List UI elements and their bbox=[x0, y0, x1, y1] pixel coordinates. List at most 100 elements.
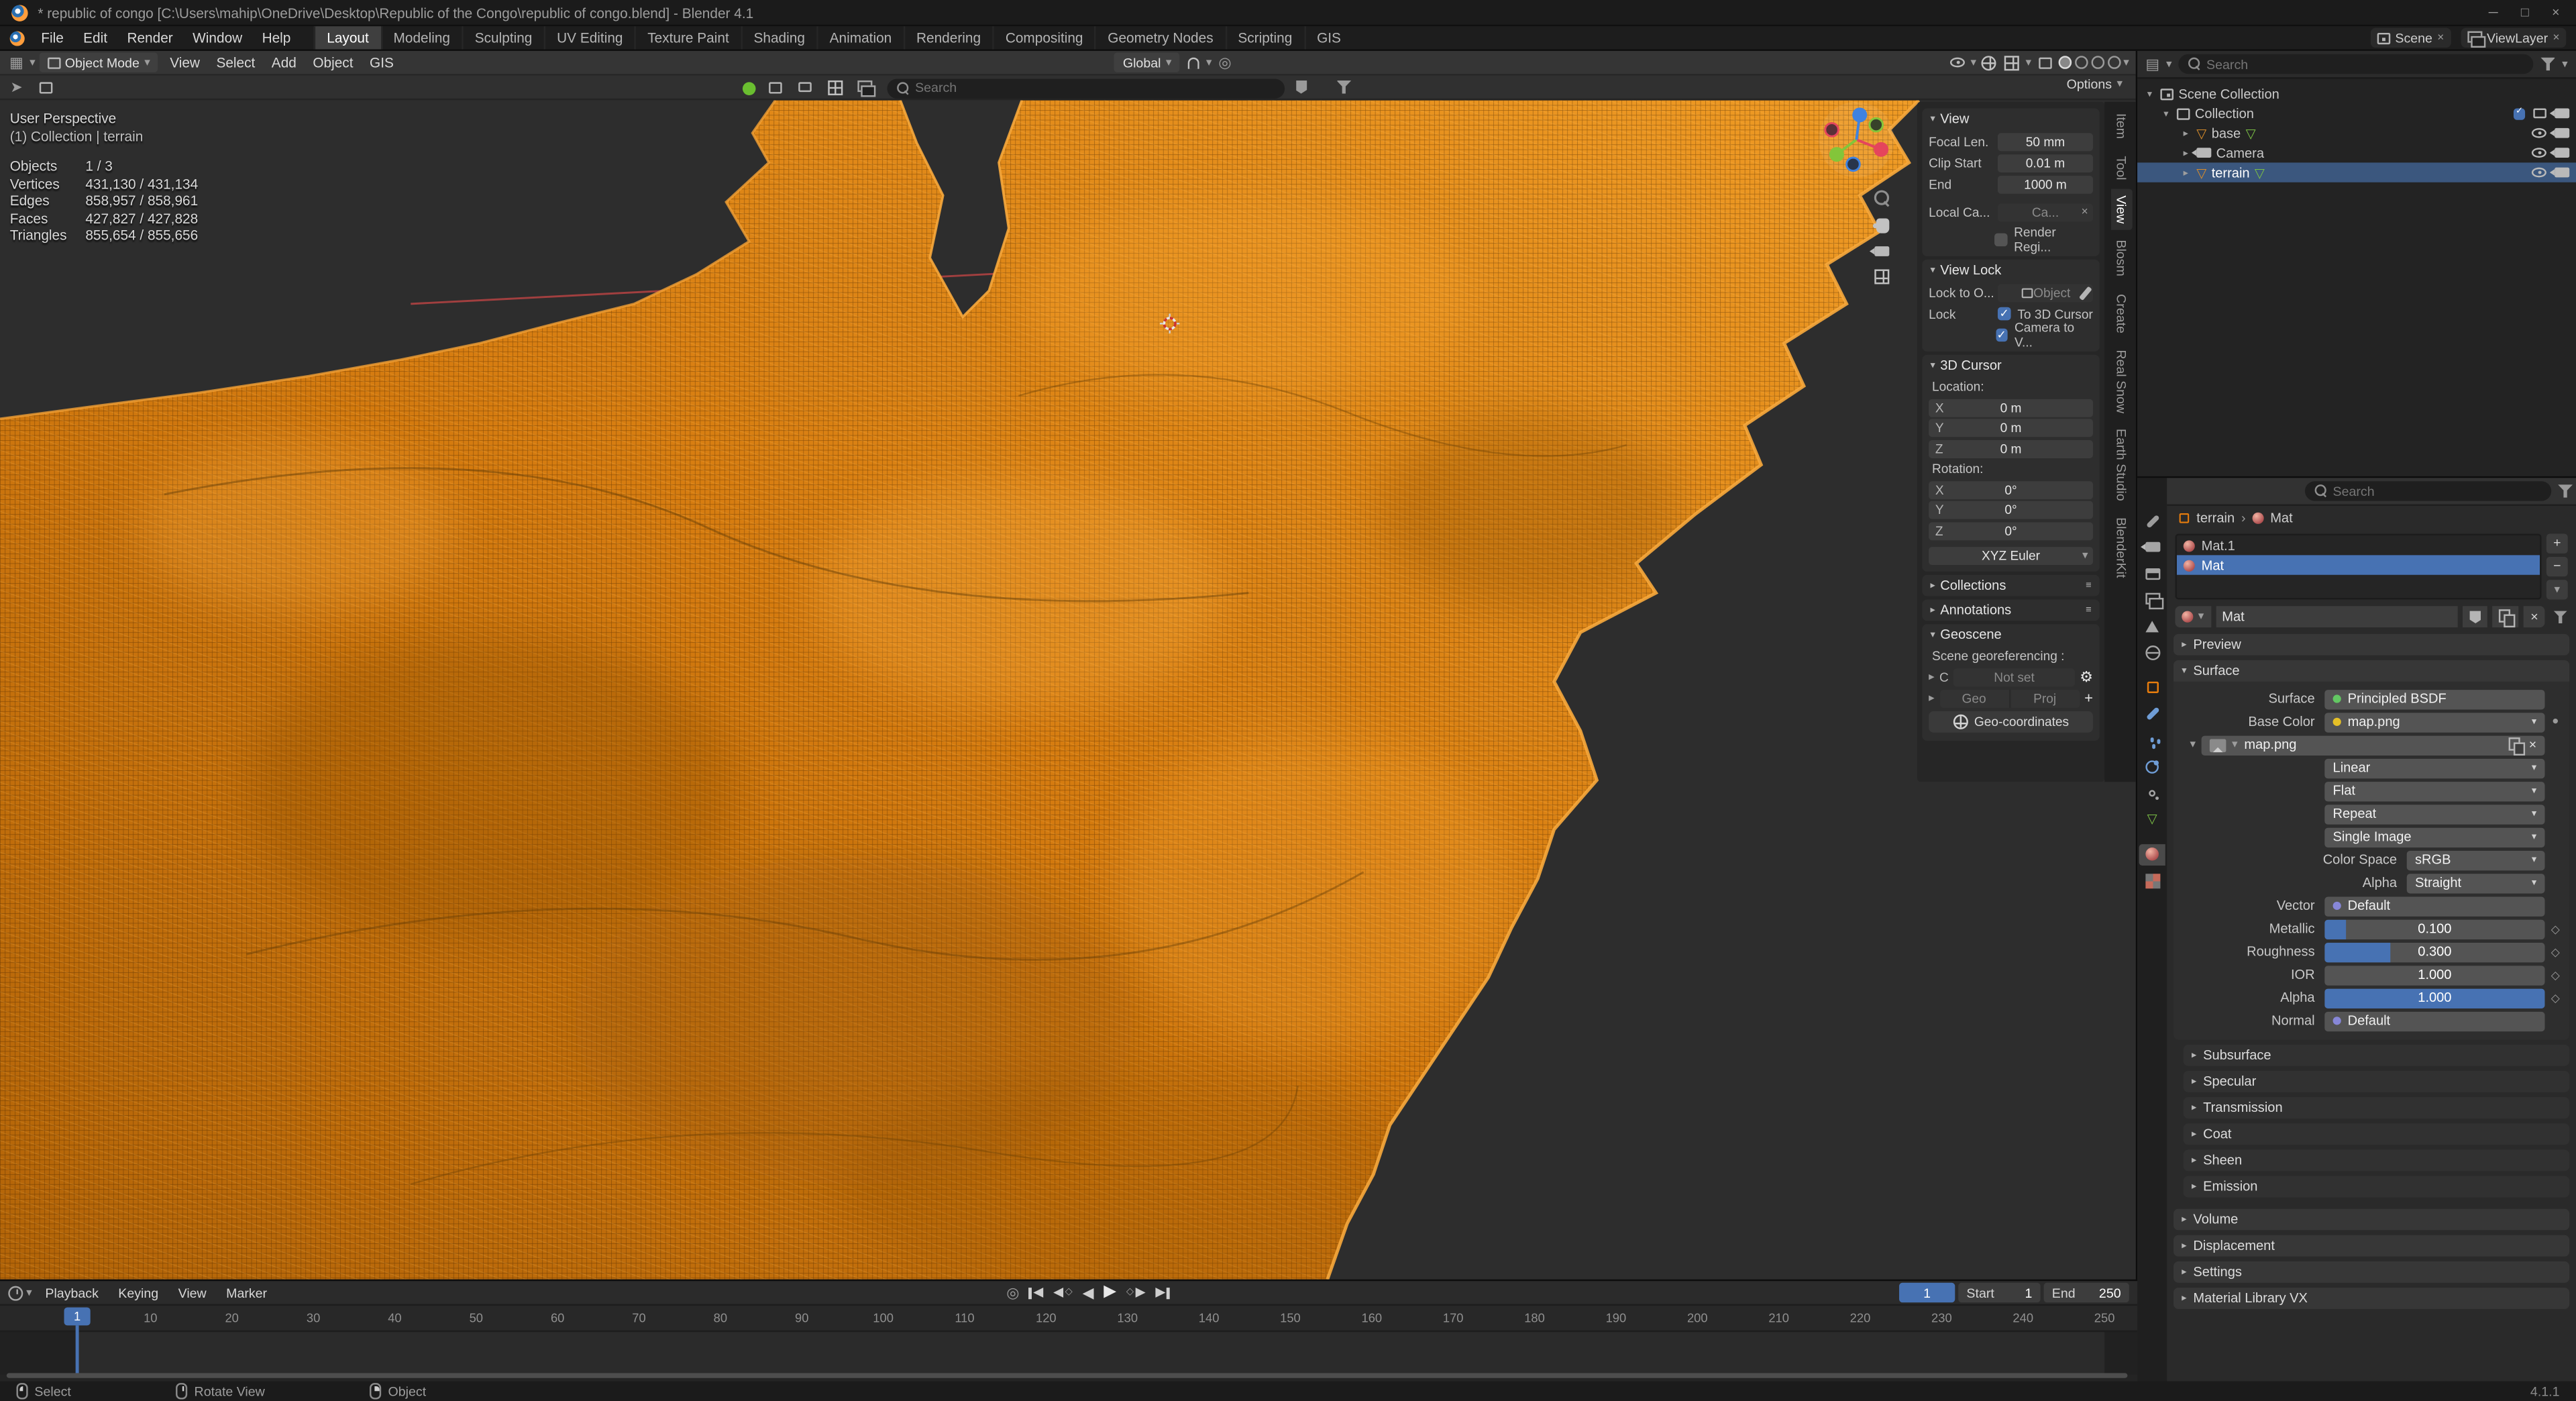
npanel-tab[interactable]: Item bbox=[2110, 107, 2132, 146]
cursor-location-x-field[interactable]: X 0 m bbox=[1929, 398, 2094, 417]
image-expand-icon[interactable]: ▾ bbox=[2190, 739, 2196, 751]
projection-dropdown[interactable]: Flat ▾ bbox=[2324, 780, 2545, 801]
npanel-tab[interactable]: BlenderKit bbox=[2110, 511, 2132, 585]
workspace-tab[interactable]: Layout bbox=[313, 26, 380, 50]
material-slot[interactable]: Mat bbox=[2176, 555, 2540, 575]
workspace-tab[interactable]: UV Editing bbox=[543, 26, 635, 50]
navigation-gizmo[interactable] bbox=[1814, 97, 1899, 182]
expand-icon[interactable]: ▸ bbox=[2180, 147, 2192, 159]
disable-render-icon[interactable] bbox=[2549, 148, 2570, 158]
zoom-icon[interactable] bbox=[1873, 190, 1890, 207]
shading-wireframe-icon[interactable] bbox=[2057, 56, 2071, 69]
filter-icon[interactable] bbox=[2540, 57, 2556, 71]
editor-type-chevron-icon[interactable]: ▾ bbox=[30, 56, 36, 68]
preview-panel-header[interactable]: ▸ Preview bbox=[2174, 633, 2570, 656]
workspace-tab[interactable]: Texture Paint bbox=[634, 26, 741, 50]
panel-menu-icon[interactable]: ≡ bbox=[2086, 580, 2092, 590]
tab-world[interactable] bbox=[2139, 641, 2165, 663]
tab-view-layer[interactable] bbox=[2139, 589, 2165, 611]
expand-icon[interactable]: ▾ bbox=[2144, 88, 2155, 99]
surface-panel-header[interactable]: ▾ Surface bbox=[2174, 660, 2570, 682]
properties-search-input[interactable] bbox=[2332, 483, 2542, 499]
outliner-row-collection[interactable]: ▾ Collection ✓ bbox=[2137, 103, 2576, 123]
cursor-rotation-y-field[interactable]: Y 0° bbox=[1929, 501, 2094, 519]
filter-icon[interactable] bbox=[2558, 484, 2573, 498]
keyframe-icon[interactable]: ◇ bbox=[2544, 945, 2566, 958]
copy-icon[interactable] bbox=[2509, 737, 2525, 755]
chevron-right-icon[interactable]: ▸ bbox=[1929, 671, 1935, 682]
editor-type-icon[interactable]: ▦ bbox=[7, 52, 26, 72]
cursor-3d-header[interactable]: ▾ 3D Cursor bbox=[1922, 355, 2099, 376]
surface-subpanel-header[interactable]: ▸ Emission bbox=[2183, 1176, 2570, 1198]
camera-to-view-checkbox[interactable]: ✓ bbox=[1995, 328, 2008, 342]
browse-material-button[interactable]: ▾ bbox=[2175, 606, 2211, 628]
outliner-row-base[interactable]: ▸ ▽ base ▽ bbox=[2137, 123, 2576, 143]
unlink-scene-icon[interactable]: × bbox=[2437, 32, 2444, 44]
workspace-tab[interactable]: Modeling bbox=[380, 26, 462, 50]
overlays-toggle-icon[interactable] bbox=[2002, 52, 2022, 72]
gear-icon[interactable]: ⚙ bbox=[2080, 668, 2093, 684]
surface-shader-field[interactable]: Principled BSDF bbox=[2324, 688, 2545, 709]
active-tool-icon[interactable]: ➤ bbox=[7, 77, 26, 97]
workspace-tab[interactable]: Shading bbox=[740, 26, 816, 50]
eyedropper-icon[interactable] bbox=[2078, 285, 2091, 300]
clear-icon[interactable]: × bbox=[2082, 206, 2088, 217]
maximize-button[interactable]: □ bbox=[2521, 5, 2529, 19]
tool-option-icon[interactable] bbox=[795, 77, 814, 97]
hide-viewport-icon[interactable] bbox=[2533, 108, 2546, 119]
blender-menu-icon[interactable] bbox=[9, 30, 25, 46]
topbar-menu-item[interactable]: Render bbox=[117, 26, 183, 49]
workspace-tab[interactable]: Compositing bbox=[992, 26, 1094, 50]
tab-render[interactable] bbox=[2139, 536, 2165, 558]
prev-keyframe-button[interactable]: ◀ ◇ bbox=[1053, 1285, 1073, 1300]
workspace-tab[interactable]: Rendering bbox=[903, 26, 992, 50]
metallic-slider[interactable]: 0.100 bbox=[2324, 919, 2545, 939]
material-slot[interactable]: Mat.1 bbox=[2177, 535, 2540, 555]
clip-start-field[interactable]: 0.01 m bbox=[1997, 153, 2094, 172]
play-button[interactable]: ▶ bbox=[1104, 1284, 1116, 1300]
render-region-checkbox[interactable] bbox=[1994, 233, 2008, 247]
scene-selector[interactable]: Scene × bbox=[2370, 28, 2451, 48]
shading-material-icon[interactable] bbox=[2090, 56, 2104, 69]
hide-eye-icon[interactable] bbox=[2531, 167, 2546, 178]
clip-end-field[interactable]: 1000 m bbox=[1997, 174, 2094, 193]
proportional-edit-icon[interactable]: ◎ bbox=[1215, 52, 1234, 72]
timeline-track[interactable] bbox=[0, 1332, 2138, 1375]
workspace-tab[interactable]: Geometry Nodes bbox=[1094, 26, 1225, 50]
cursor-rotation-x-field[interactable]: X 0° bbox=[1929, 480, 2094, 499]
breadcrumb-material[interactable]: Mat bbox=[2270, 511, 2292, 525]
npanel-tab[interactable]: Earth Studio bbox=[2110, 423, 2132, 508]
proj-button[interactable]: Proj bbox=[2008, 688, 2080, 707]
outliner-search-input[interactable] bbox=[2206, 56, 2524, 72]
view-object-types-icon[interactable] bbox=[1947, 52, 1967, 72]
npanel-tab[interactable]: View bbox=[2110, 189, 2132, 231]
keyframe-icon[interactable]: ◇ bbox=[2544, 991, 2566, 1004]
bookmark-icon[interactable] bbox=[1291, 77, 1311, 97]
cursor-location-z-field[interactable]: Z 0 m bbox=[1929, 439, 2094, 458]
tab-output[interactable] bbox=[2139, 562, 2165, 584]
base-color-field[interactable]: map.png ▾ bbox=[2324, 712, 2545, 732]
surface-subpanel-header[interactable]: ▸ Specular bbox=[2183, 1070, 2570, 1092]
next-keyframe-button[interactable]: ◇ ▶ bbox=[1126, 1285, 1146, 1300]
properties-panel-header[interactable]: ▸ Displacement bbox=[2174, 1235, 2570, 1257]
local-camera-field[interactable]: Ca... × bbox=[1997, 203, 2094, 221]
xray-toggle-icon[interactable] bbox=[2035, 52, 2054, 72]
breadcrumb-object[interactable]: terrain bbox=[2196, 511, 2235, 525]
surface-subpanel-header[interactable]: ▸ Coat bbox=[2183, 1123, 2570, 1145]
current-frame-field[interactable]: 1 bbox=[1899, 1282, 1955, 1303]
timeline-menu-item[interactable]: View bbox=[168, 1281, 217, 1304]
expand-icon[interactable]: ▾ bbox=[2160, 107, 2171, 119]
colorspace-dropdown[interactable]: sRGB ▾ bbox=[2406, 849, 2545, 870]
lock-to-3d-cursor-checkbox[interactable]: ✓ bbox=[1997, 307, 2011, 321]
npanel-tab[interactable]: Tool bbox=[2110, 149, 2132, 187]
annotations-header[interactable]: ▸ Annotations ≡ bbox=[1922, 599, 2099, 621]
tab-scene[interactable] bbox=[2139, 615, 2165, 637]
geo-button[interactable]: Geo bbox=[1939, 688, 2009, 707]
topbar-menu-item[interactable]: Help bbox=[252, 26, 301, 49]
tab-object[interactable] bbox=[2139, 677, 2165, 698]
frame-end-field[interactable]: End 250 bbox=[2043, 1282, 2129, 1303]
view-panel-header[interactable]: ▾ View bbox=[1922, 109, 2099, 130]
properties-panel-header[interactable]: ▸ Settings bbox=[2174, 1261, 2570, 1283]
tool-option-icon[interactable] bbox=[854, 77, 875, 97]
cursor-rotation-z-field[interactable]: Z 0° bbox=[1929, 521, 2094, 540]
